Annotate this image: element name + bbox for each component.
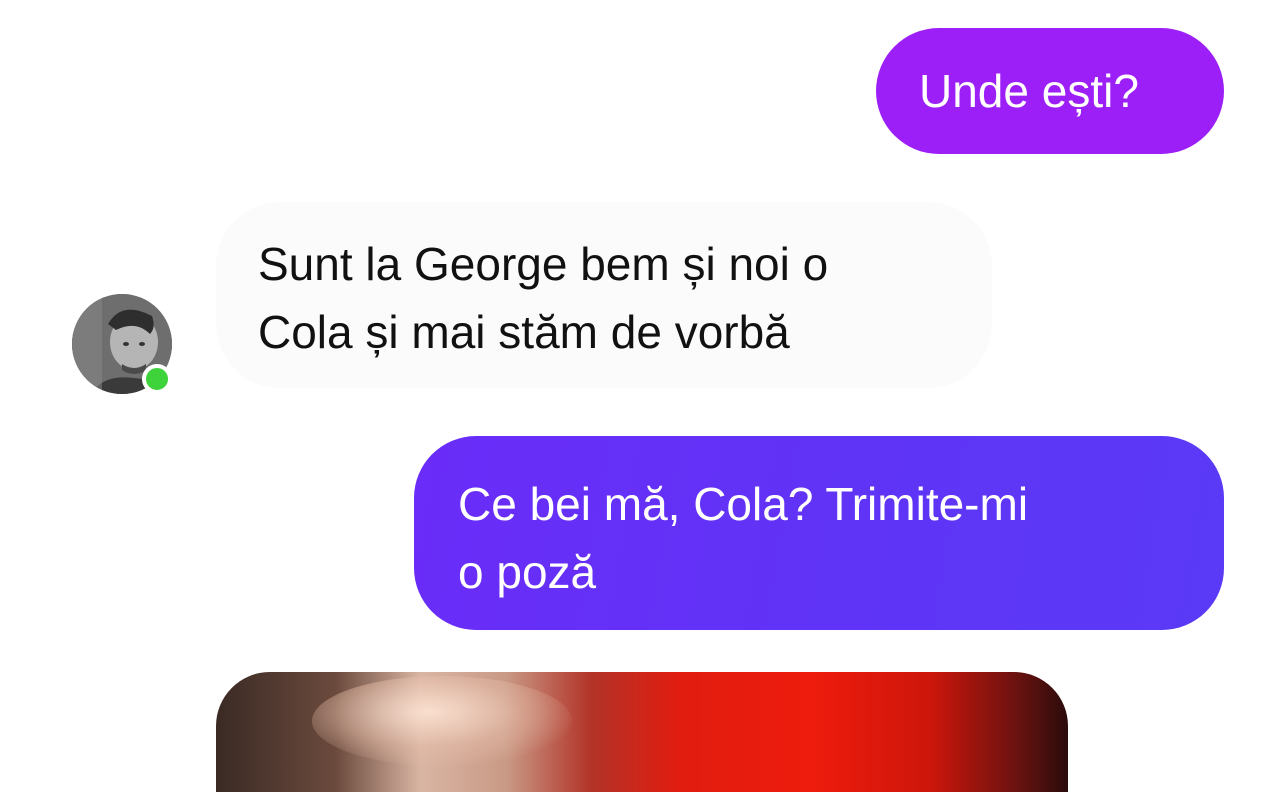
message-text-line: o poză: [458, 546, 597, 598]
message-text-line: Ce bei mă, Cola? Trimite-mi: [458, 478, 1029, 530]
message-text-line: Sunt la George bem și noi o: [258, 238, 829, 290]
message-bubble-incoming[interactable]: Sunt la George bem și noi o Cola și mai …: [216, 202, 992, 388]
message-text-line: Cola și mai stăm de vorbă: [258, 306, 790, 358]
message-bubble-outgoing[interactable]: Unde ești?: [876, 28, 1224, 154]
message-text: Unde ești?: [919, 65, 1139, 117]
online-status-indicator: [142, 364, 172, 394]
message-bubble-outgoing[interactable]: Ce bei mă, Cola? Trimite-mi o poză: [414, 436, 1224, 630]
photo-content: [312, 676, 572, 766]
photo-message-attachment[interactable]: [216, 672, 1068, 792]
